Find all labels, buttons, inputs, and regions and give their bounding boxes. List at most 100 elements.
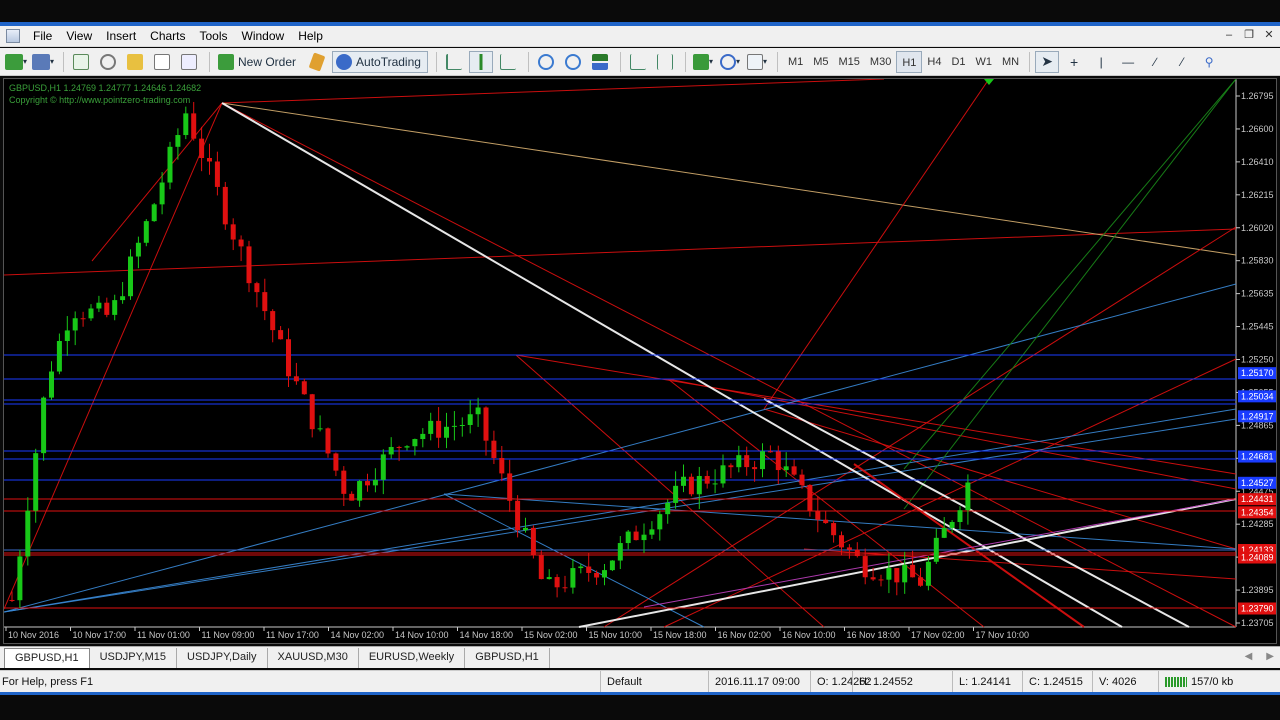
symbol-line: GBPUSD,H1 1.24769 1.24777 1.24646 1.2468… [9, 83, 202, 93]
close-icon[interactable]: ✕ [1262, 28, 1276, 42]
bar-chart-button[interactable] [442, 51, 466, 73]
candle-body [586, 566, 592, 573]
menu-charts[interactable]: Charts [143, 26, 192, 47]
tab-usdjpy-daily[interactable]: USDJPY,Daily [177, 648, 268, 668]
menu-window[interactable]: Window [235, 26, 292, 47]
candle-body [380, 454, 386, 480]
trendline[interactable] [4, 228, 1237, 276]
timeframe-w1[interactable]: W1 [971, 51, 998, 73]
tab-scroll-left-icon[interactable]: ◀ [1245, 651, 1253, 662]
menu-insert[interactable]: Insert [99, 26, 143, 47]
new-order-button[interactable]: New Order [215, 51, 302, 73]
status-high: H: 1.24552 [852, 671, 913, 693]
timeframe-h1[interactable]: H1 [896, 50, 923, 73]
crosshair-tool-button[interactable]: + [1062, 51, 1086, 73]
trendline[interactable] [763, 79, 990, 410]
search-icon: ⚲ [1204, 54, 1214, 69]
timeframe-h4[interactable]: H4 [922, 51, 946, 73]
time-label: 11 Nov 17:00 [266, 630, 319, 640]
candle-body [799, 474, 805, 485]
chart-shift-button[interactable] [626, 51, 650, 73]
candlesticks-button[interactable] [468, 50, 493, 73]
minimize-icon[interactable]: – [1222, 28, 1236, 42]
navigator-button[interactable] [123, 51, 147, 73]
profiles-button[interactable]: ▾ [31, 51, 55, 73]
menu-help[interactable]: Help [291, 26, 330, 47]
candle-body [56, 341, 62, 372]
vertical-line-button[interactable]: | [1089, 51, 1113, 73]
cursor-tool-button[interactable]: ➤ [1035, 50, 1060, 73]
menu-view[interactable]: View [59, 26, 99, 47]
search-button[interactable]: ⚲ [1197, 51, 1221, 73]
price-label: 1.25635 [1241, 289, 1274, 299]
chart-window[interactable]: 1.26795 1.26600 1.26410 1.26215 1.26020 1.258… [3, 78, 1277, 644]
candle-body [673, 485, 679, 503]
candle-body [720, 465, 726, 484]
tab-gbpusd-h1-2[interactable]: GBPUSD,H1 [465, 648, 550, 668]
trendline[interactable] [221, 79, 885, 104]
toolbar-separator [776, 51, 778, 72]
connection-status[interactable]: 157/0 kb [1158, 671, 1233, 693]
trendline[interactable] [515, 354, 1237, 475]
line-chart-button[interactable] [496, 51, 520, 73]
indicators-button[interactable]: ▾ [691, 51, 715, 73]
candle-body [570, 568, 576, 588]
timeframe-d1[interactable]: D1 [946, 51, 970, 73]
restore-icon[interactable]: ❐ [1242, 28, 1256, 42]
templates-button[interactable]: ▾ [745, 51, 769, 73]
trendline[interactable] [4, 102, 223, 610]
tab-scroll-right-icon[interactable]: ▶ [1266, 651, 1274, 662]
market-watch-button[interactable] [69, 51, 93, 73]
price-chart[interactable]: 1.26795 1.26600 1.26410 1.26215 1.26020 1.258… [4, 79, 1278, 645]
candle-body [578, 566, 584, 569]
timeframe-m30[interactable]: M30 [865, 51, 896, 73]
candle-body [159, 182, 165, 205]
horizontal-line-button[interactable]: — [1116, 51, 1140, 73]
tab-xauusd-m30[interactable]: XAUUSD,M30 [268, 648, 359, 668]
candle-body [815, 511, 821, 520]
menu-tools[interactable]: Tools [193, 26, 235, 47]
candle-body [854, 549, 860, 557]
new-chart-button[interactable]: ▾ [4, 51, 28, 73]
trendline-button[interactable]: ∕ [1143, 51, 1167, 73]
candle-body [128, 256, 133, 297]
toolbar-separator [684, 51, 686, 72]
trendline[interactable] [763, 398, 1190, 628]
data-window-button[interactable] [96, 51, 120, 73]
zoom-in-button[interactable] [534, 51, 558, 73]
trendline[interactable] [903, 79, 1237, 470]
terminal-button[interactable] [150, 51, 174, 73]
metaeditor-button[interactable] [305, 51, 329, 73]
candle-body [254, 283, 260, 293]
timeframe-m5[interactable]: M5 [808, 51, 833, 73]
zoom-out-button[interactable] [561, 51, 585, 73]
time-label: 15 Nov 18:00 [653, 630, 707, 640]
timeframe-m15[interactable]: M15 [834, 51, 865, 73]
price-label: 1.26020 [1241, 223, 1274, 233]
trendline[interactable] [91, 102, 223, 262]
trendline[interactable] [443, 493, 705, 628]
timeframe-mn[interactable]: MN [997, 51, 1024, 73]
tab-usdjpy-m15[interactable]: USDJPY,M15 [90, 648, 178, 668]
trendline[interactable] [663, 358, 1237, 628]
timeframe-m1[interactable]: M1 [783, 51, 808, 73]
strategy-tester-button[interactable] [177, 51, 201, 73]
tile-windows-button[interactable] [588, 51, 612, 73]
menu-file[interactable]: File [26, 26, 59, 47]
trendline[interactable] [667, 378, 1237, 490]
level-label: 1.23790 [1241, 604, 1274, 614]
metaeditor-icon [308, 51, 326, 72]
candle-body [831, 523, 837, 536]
toolbar-separator [63, 51, 64, 72]
tab-eurusd-weekly[interactable]: EURUSD,Weekly [359, 648, 466, 668]
level-label: 1.25170 [1241, 368, 1274, 378]
status-profile: Default [600, 671, 642, 693]
autoscroll-button[interactable] [653, 51, 677, 73]
channel-button[interactable]: ⁄ [1170, 51, 1194, 73]
trendline[interactable] [221, 102, 1237, 256]
app-icon[interactable] [6, 29, 20, 43]
periods-button[interactable]: ▾ [718, 51, 742, 73]
candle-body [199, 138, 205, 158]
autotrading-button[interactable]: AutoTrading [332, 50, 428, 73]
tab-gbpusd-h1[interactable]: GBPUSD,H1 [4, 648, 90, 668]
